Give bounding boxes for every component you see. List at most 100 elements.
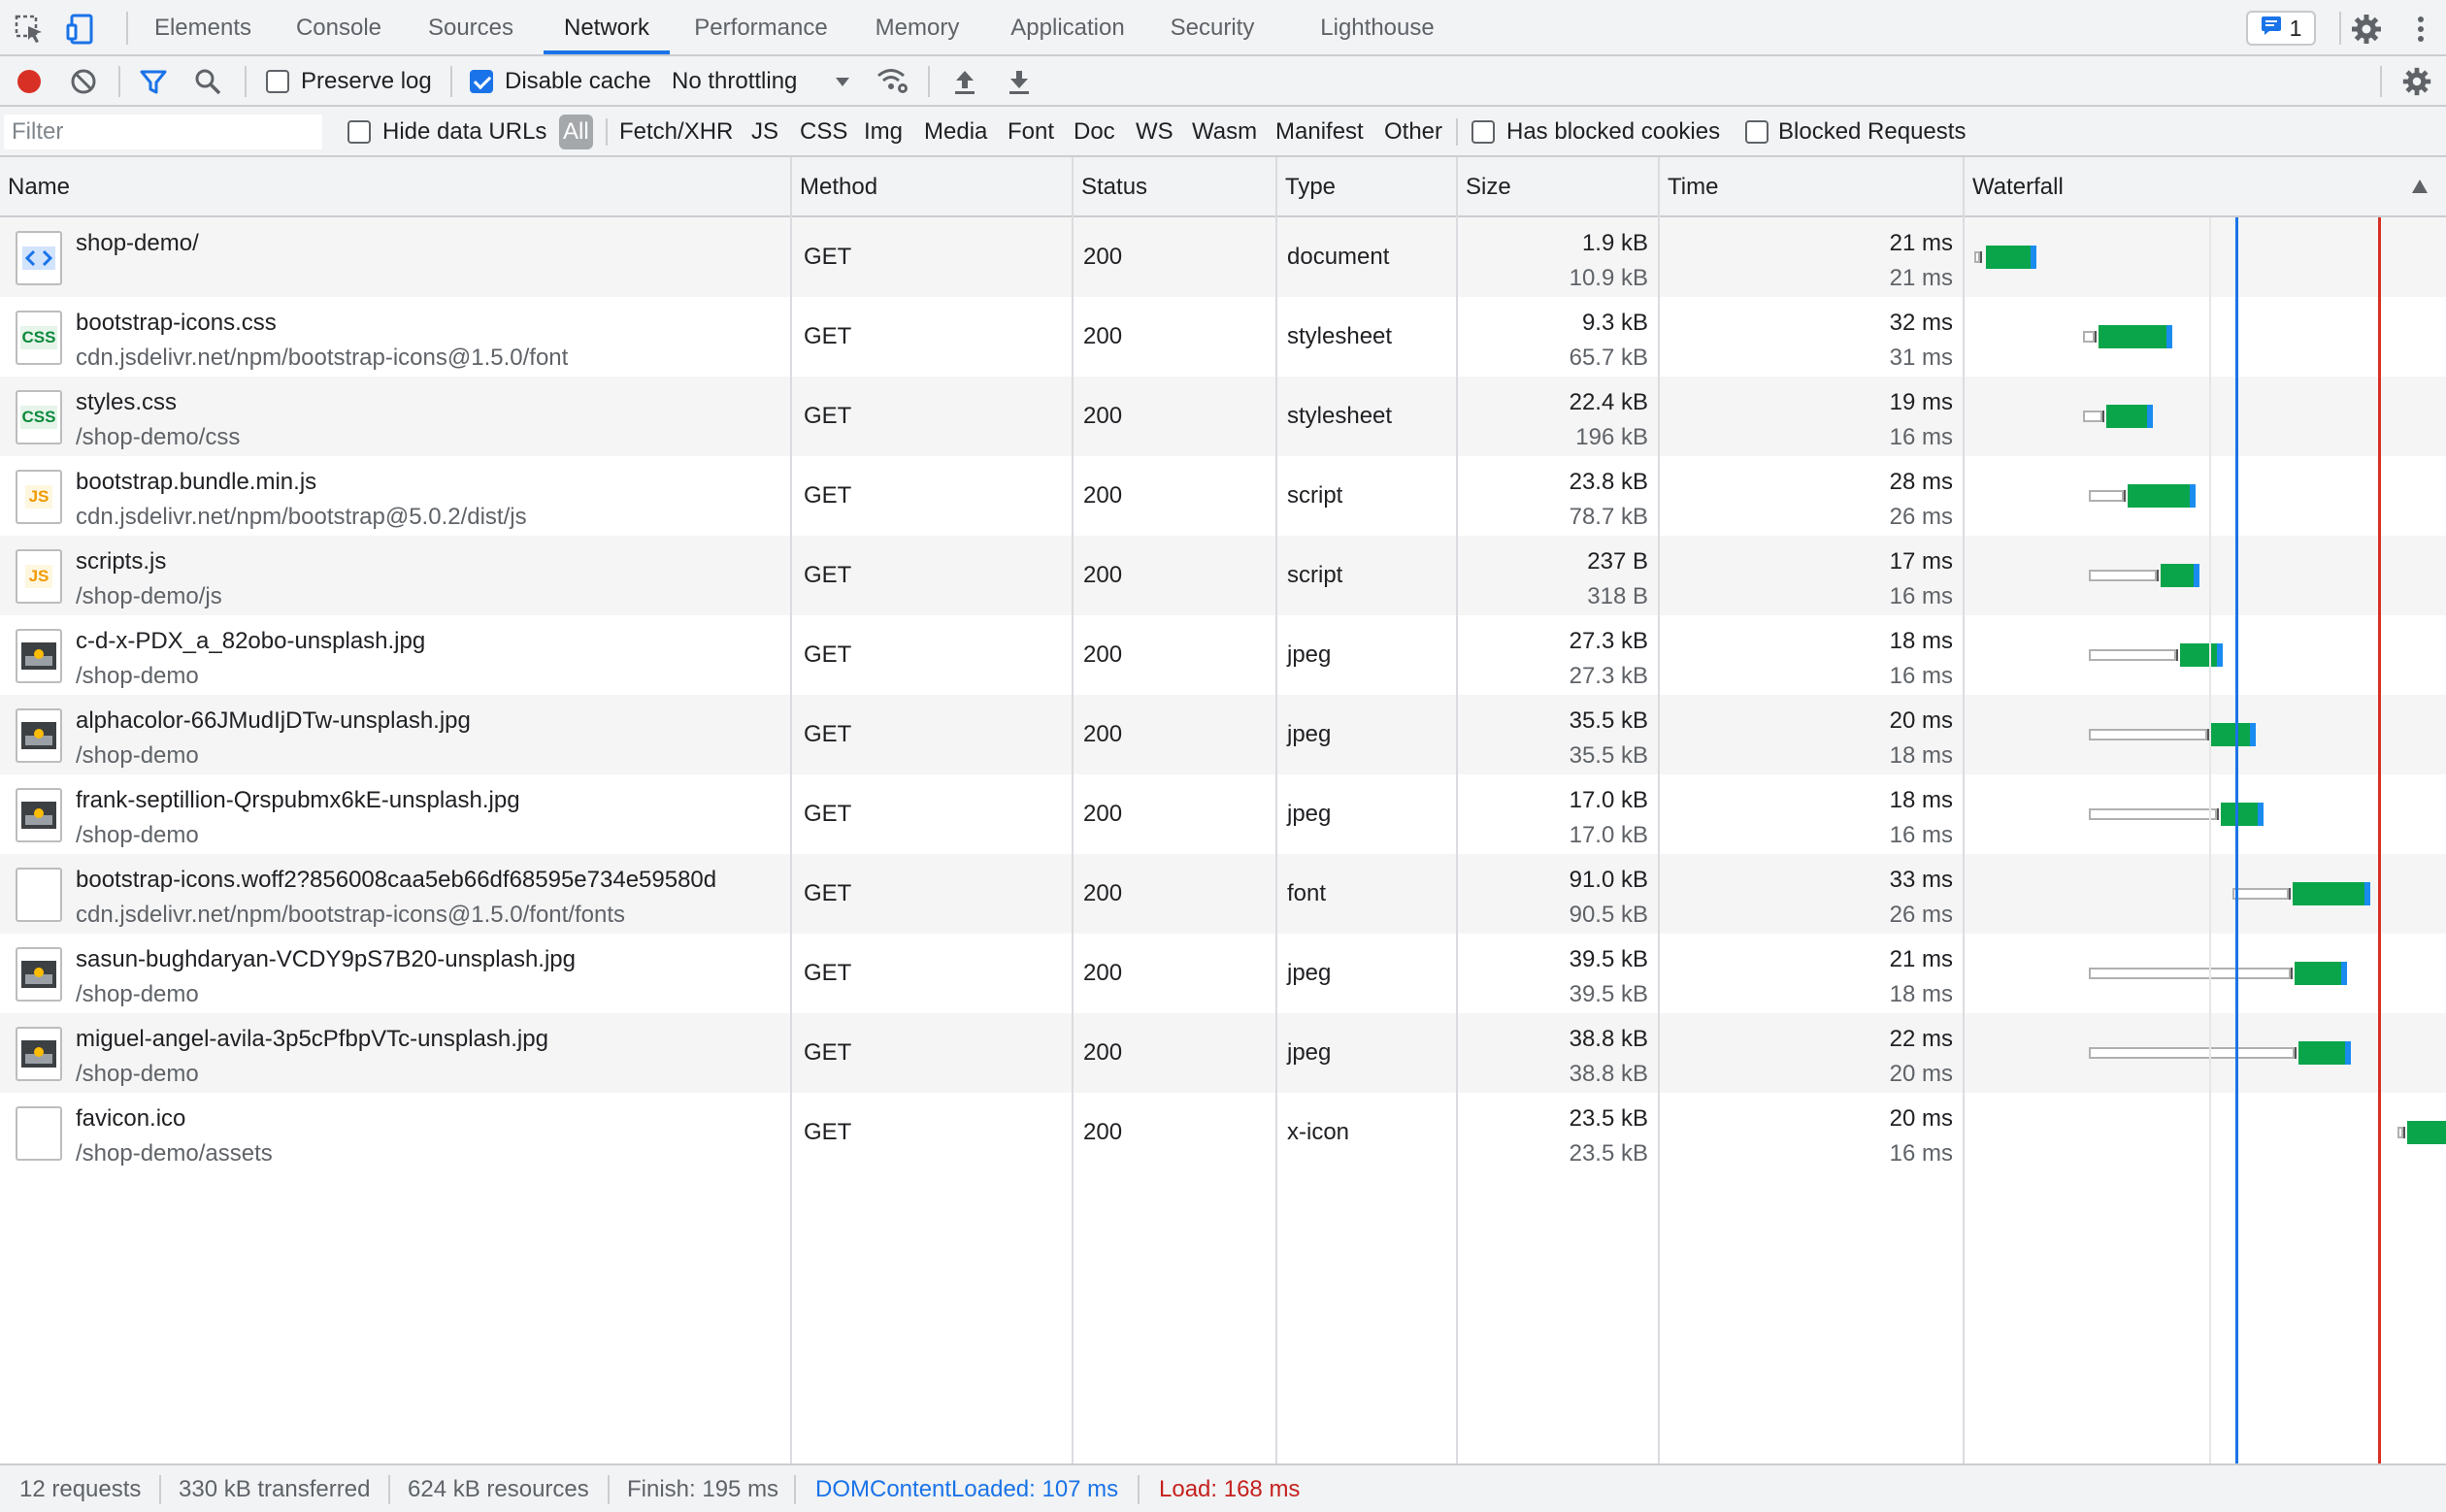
filter-type-other[interactable]: Other [1384,115,1442,149]
time-total: 32 ms [1889,310,1953,336]
cell-name[interactable]: bootstrap-icons.woff2?856008caa5eb66df68… [0,854,788,934]
filter-type-doc[interactable]: Doc [1074,115,1115,149]
table-row[interactable]: CSS styles.css /shop-demo/css GET 200 st… [0,377,2446,456]
clear-icon[interactable] [66,64,101,99]
size-resource: 10.9 kB [1569,265,1648,291]
tab-application[interactable]: Application [996,0,1140,54]
table-row[interactable]: bootstrap-icons.woff2?856008caa5eb66df68… [0,854,2446,934]
cell-status: 200 [1083,323,1123,349]
settings-gear-icon[interactable] [2349,12,2384,47]
status-divider [388,1475,390,1504]
cell-name[interactable]: JS scripts.js /shop-demo/js [0,536,788,615]
table-row[interactable]: alphacolor-66JMudIjDTw-unsplash.jpg /sho… [0,695,2446,774]
table-row[interactable]: shop-demo/ GET 200 document 1.9 kB 10.9 … [0,217,2446,297]
tab-sources[interactable]: Sources [415,0,526,54]
table-row[interactable]: favicon.ico /shop-demo/assets GET 200 x-… [0,1093,2446,1172]
column-header-waterfall[interactable]: Waterfall [1965,157,2064,215]
tab-console[interactable]: Console [283,0,394,54]
cell-name[interactable]: JS bootstrap.bundle.min.js cdn.jsdelivr.… [0,456,788,536]
time-latency: 20 ms [1889,1061,1953,1087]
record-button[interactable] [12,64,47,99]
column-header-time[interactable]: Time [1660,157,1718,215]
filter-type-js[interactable]: JS [751,115,778,149]
filter-type-wasm[interactable]: Wasm [1192,115,1257,149]
waterfall-download-bar [2258,803,2264,826]
cell-name[interactable]: CSS bootstrap-icons.css cdn.jsdelivr.net… [0,297,788,377]
table-row[interactable]: CSS bootstrap-icons.css cdn.jsdelivr.net… [0,297,2446,377]
throttling-select[interactable]: No throttling [672,56,797,107]
cell-name[interactable]: CSS styles.css /shop-demo/css [0,377,788,456]
tab-security[interactable]: Security [1159,0,1266,54]
filter-type-fetch-xhr[interactable]: Fetch/XHR [619,115,733,149]
device-toolbar-icon[interactable] [64,12,99,47]
table-row[interactable]: sasun-bughdaryan-VCDY9pS7B20-unsplash.jp… [0,934,2446,1013]
cell-time: 18 ms 16 ms [1658,774,1963,854]
filter-type-ws[interactable]: WS [1136,115,1173,149]
tab-lighthouse[interactable]: Lighthouse [1306,0,1448,54]
inspect-element-icon[interactable] [12,12,47,47]
disable-cache-checkbox[interactable] [470,70,493,93]
table-row[interactable]: c-d-x-PDX_a_82obo-unsplash.jpg /shop-dem… [0,615,2446,695]
size-resource: 38.8 kB [1569,1061,1648,1087]
column-header-type[interactable]: Type [1277,157,1336,215]
column-header-status[interactable]: Status [1074,157,1147,215]
network-request-table: Name Method Status Type Size Time Waterf… [0,157,2446,1463]
waterfall-download-bar [2166,325,2172,348]
table-row[interactable]: frank-septillion-Qrspubmx6kE-unsplash.jp… [0,774,2446,854]
image-thumbnail-icon [16,629,62,683]
table-row[interactable]: JS bootstrap.bundle.min.js cdn.jsdelivr.… [0,456,2446,536]
cell-name[interactable]: sasun-bughdaryan-VCDY9pS7B20-unsplash.jp… [0,934,788,1013]
filter-type-css[interactable]: CSS [800,115,847,149]
waterfall-download-bar [2217,643,2223,667]
cell-name[interactable]: alphacolor-66JMudIjDTw-unsplash.jpg /sho… [0,695,788,774]
search-icon[interactable] [190,64,225,99]
export-har-download-icon[interactable] [1002,64,1037,99]
cell-name[interactable]: miguel-angel-avila-3p5cPfbpVTc-unsplash.… [0,1013,788,1093]
waterfall-tick [2289,888,2291,900]
waterfall-queue-bar [2232,888,2289,900]
filter-type-manifest[interactable]: Manifest [1275,115,1364,149]
sort-ascending-icon[interactable] [2411,179,2429,199]
chevron-down-icon[interactable] [825,64,860,99]
filter-funnel-icon[interactable] [136,64,171,99]
waterfall-download-bar [2364,882,2370,905]
network-settings-gear-icon[interactable] [2399,64,2434,99]
request-name: shop-demo/ [76,230,199,256]
blocked-requests-checkbox[interactable] [1745,120,1768,144]
tab-memory[interactable]: Memory [858,0,976,54]
column-header-size[interactable]: Size [1458,157,1511,215]
cell-name[interactable]: shop-demo/ [0,217,788,297]
cell-name[interactable]: favicon.ico /shop-demo/assets [0,1093,788,1172]
tab-performance[interactable]: Performance [683,0,839,54]
filter-type-media[interactable]: Media [924,115,987,149]
filter-input[interactable] [4,115,322,149]
table-row[interactable]: miguel-angel-avila-3p5cPfbpVTc-unsplash.… [0,1013,2446,1093]
preserve-log-checkbox[interactable] [266,70,289,93]
cell-time: 32 ms 31 ms [1658,297,1963,377]
more-options-icon[interactable] [2403,12,2438,47]
tab-elements[interactable]: Elements [146,0,260,54]
image-thumbnail-icon [16,788,62,842]
cell-time: 28 ms 26 ms [1658,456,1963,536]
network-conditions-icon[interactable] [876,64,910,99]
cell-type: jpeg [1287,641,1332,668]
filter-type-font[interactable]: Font [1008,115,1054,149]
issues-badge[interactable]: 1 [2246,11,2316,46]
cell-name[interactable]: c-d-x-PDX_a_82obo-unsplash.jpg /shop-dem… [0,615,788,695]
request-name: bootstrap.bundle.min.js [76,469,317,495]
waterfall-tick [2124,490,2126,502]
toolbar-divider [245,66,247,97]
has-blocked-cookies-checkbox[interactable] [1471,120,1495,144]
filter-type-img[interactable]: Img [864,115,903,149]
table-row[interactable]: JS scripts.js /shop-demo/js GET 200 scri… [0,536,2446,615]
tab-network[interactable]: Network [544,0,670,54]
hide-data-urls-checkbox[interactable] [347,120,371,144]
filter-type-all[interactable]: All [559,115,593,149]
cell-name[interactable]: frank-septillion-Qrspubmx6kE-unsplash.jp… [0,774,788,854]
time-latency: 16 ms [1889,1140,1953,1167]
import-har-upload-icon[interactable] [947,64,982,99]
column-header-method[interactable]: Method [792,157,877,215]
size-transferred: 39.5 kB [1569,946,1648,972]
status-divider [159,1475,161,1504]
column-header-name[interactable]: Name [0,157,70,215]
